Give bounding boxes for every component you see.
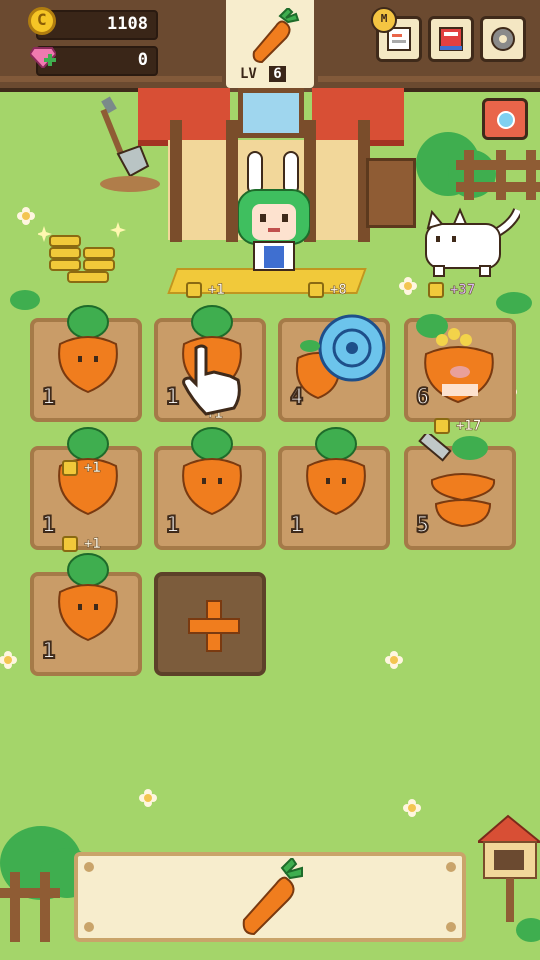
fence-post: [40, 872, 50, 942]
mailbox[interactable]: [478, 812, 540, 922]
carrot-crop: [182, 427, 242, 516]
game-screen: 1108 0 LV 6 M: [0, 0, 540, 960]
coin-icon: [28, 7, 56, 35]
earn-indicator: +1: [62, 536, 101, 552]
house-beam: [226, 120, 238, 242]
flower-decoration: [0, 652, 16, 668]
coin-pile-icon[interactable]: [38, 222, 130, 288]
level-label: LV 6: [240, 66, 286, 82]
fence-post: [10, 872, 20, 942]
flower-decoration: [404, 800, 420, 816]
earn-indicator: +17: [434, 418, 482, 434]
wooden-crate: [366, 158, 416, 228]
coin-icon: [62, 460, 78, 476]
bunny-girl-character[interactable]: [238, 150, 310, 280]
flower-decoration: [18, 208, 34, 224]
book-icon: [439, 27, 463, 51]
gear-icon: [491, 27, 515, 51]
house-window: [238, 88, 304, 138]
pointer-hand-icon: [182, 344, 241, 416]
earn-indicator: +1: [62, 460, 101, 476]
field-plot[interactable]: 1: [154, 427, 266, 550]
coin-icon: [434, 418, 450, 434]
field-plot[interactable]: 1 +1: [30, 536, 142, 676]
carrot-icon: [242, 858, 303, 936]
carrot-crop: [58, 553, 118, 642]
bush: [10, 290, 40, 310]
carrot-crop: [58, 305, 118, 394]
crop-level: 5: [415, 512, 430, 539]
earn-indicator-cat: +37: [428, 282, 476, 298]
add-plot-button[interactable]: [154, 572, 266, 676]
coin-icon: [62, 536, 78, 552]
gem-icon[interactable]: [30, 46, 56, 68]
bush: [516, 918, 540, 942]
crop-level: 6: [415, 384, 430, 411]
coin-icon: [428, 282, 444, 298]
coin-icon: [186, 282, 202, 298]
coin-icon: [308, 282, 324, 298]
gem-amount: 0: [137, 50, 148, 70]
field-plot[interactable]: 1: [278, 427, 390, 550]
house-roof: [138, 88, 230, 146]
flower-decoration: [386, 652, 402, 668]
settings-button[interactable]: [480, 16, 526, 62]
crop-level: 1: [289, 512, 304, 539]
fence-post: [526, 150, 536, 200]
flower-decoration: [400, 278, 416, 294]
flower-decoration: [140, 790, 156, 806]
earn-indicator: +8: [308, 282, 347, 298]
field-plot[interactable]: 5: [404, 434, 516, 550]
crop-level: 1: [165, 512, 180, 539]
crop-level: 1: [41, 384, 56, 411]
crop-level: 4: [289, 384, 304, 411]
carrot-crop: [306, 427, 366, 516]
fence-post: [496, 150, 506, 200]
crop-level: 1: [41, 512, 56, 539]
carrot-icon: [252, 8, 300, 64]
bush: [496, 292, 532, 314]
crop-level: 1: [41, 638, 56, 665]
player-level-panel[interactable]: LV 6: [222, 0, 318, 92]
collection-book-button[interactable]: [428, 16, 474, 62]
field-plot[interactable]: 6 +17: [404, 314, 516, 434]
field-plot[interactable]: 4: [278, 314, 390, 422]
house-beam: [170, 120, 182, 242]
buy-carrot-panel[interactable]: [74, 852, 466, 942]
earn-indicator: +1: [186, 282, 225, 298]
fence-post: [464, 150, 474, 200]
camera-button[interactable]: [482, 98, 528, 140]
field-plot[interactable]: 1 +1: [30, 427, 142, 550]
fence: [0, 888, 60, 898]
coin-amount: 1108: [107, 14, 148, 34]
white-cat-character[interactable]: [420, 206, 520, 280]
field-plot[interactable]: 1: [30, 305, 142, 422]
chopped-carrot-crop: [418, 434, 496, 528]
mission-button[interactable]: M: [371, 7, 422, 62]
notification-badge: M: [371, 7, 397, 33]
plus-icon: [188, 600, 240, 652]
